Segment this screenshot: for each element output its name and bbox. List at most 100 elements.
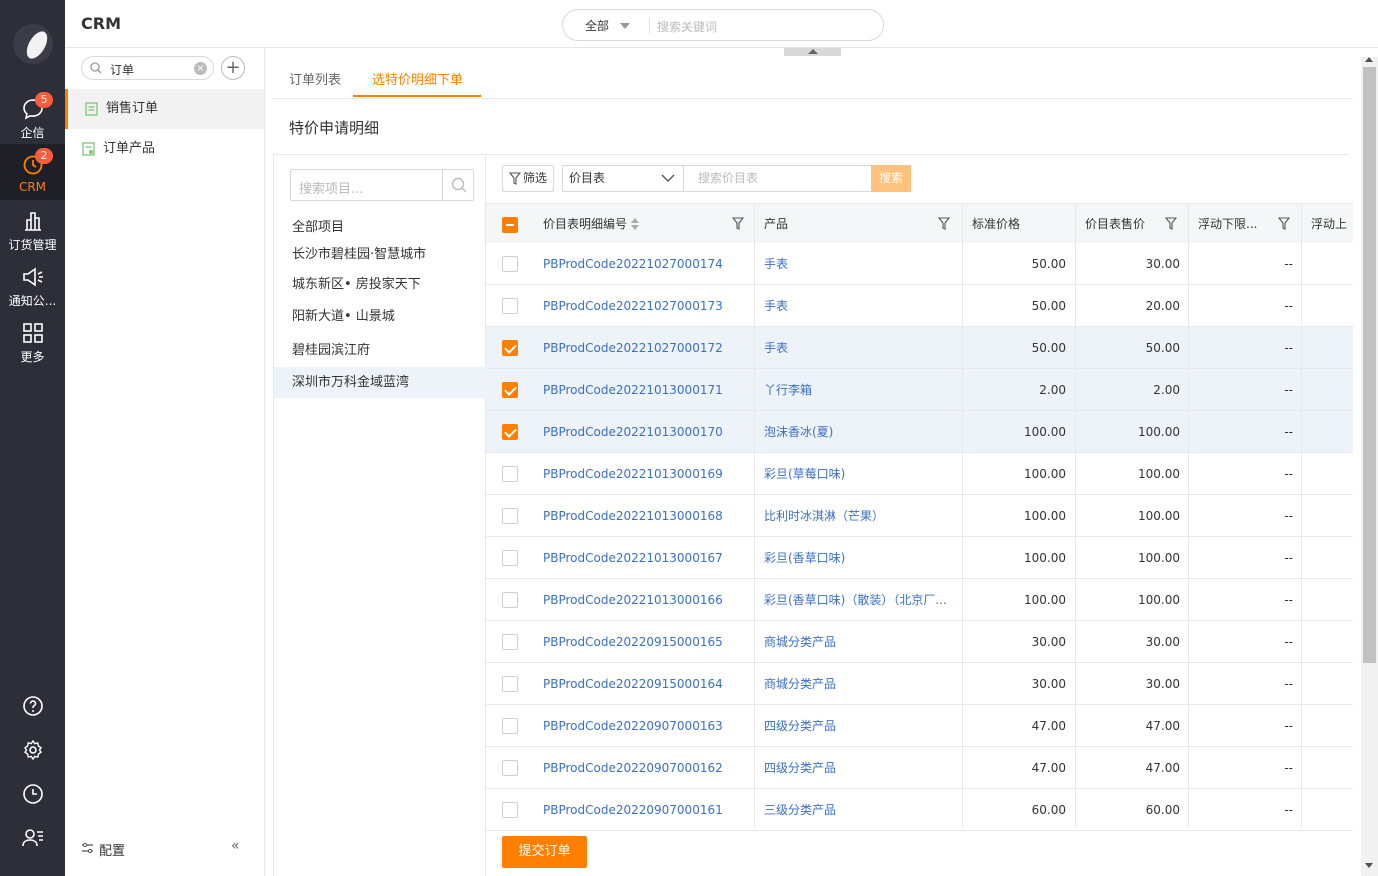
rail-item-orders[interactable]: 订货管理	[0, 200, 65, 256]
price-detail-code-link[interactable]: PBProdCode20220915000164	[543, 663, 748, 705]
product-link[interactable]: 商城分类产品	[764, 621, 954, 663]
price-detail-code-link[interactable]: PBProdCode20220907000161	[543, 789, 748, 831]
table-row[interactable]: PBProdCode20220915000165 商城分类产品 30.00 30.00…	[486, 621, 1353, 663]
history-icon[interactable]	[21, 782, 45, 806]
select-all-checkbox[interactable]	[502, 217, 518, 233]
product-link[interactable]: 丫行李箱	[764, 369, 954, 411]
column-header-upper-float[interactable]: 浮动上	[1311, 204, 1353, 244]
row-checkbox[interactable]	[502, 550, 518, 566]
column-filter-icon[interactable]	[938, 217, 950, 230]
rail-item-chat[interactable]: 5 企信	[0, 88, 65, 144]
product-link[interactable]: 手表	[764, 327, 954, 369]
contacts-icon[interactable]	[21, 826, 45, 850]
project-item[interactable]: 碧桂园滨江府	[274, 335, 486, 366]
config-button[interactable]: 配置	[81, 840, 125, 859]
product-link[interactable]: 三级分类产品	[764, 789, 954, 831]
column-header-list-price[interactable]: 价目表售价	[1085, 204, 1187, 244]
scroll-down-arrow[interactable]	[1365, 863, 1373, 868]
price-detail-code-link[interactable]: PBProdCode20220915000165	[543, 621, 748, 663]
table-row[interactable]: PBProdCode20220915000164 商城分类产品 30.00 30.00…	[486, 663, 1353, 705]
column-header-std-price[interactable]: 标准价格	[972, 204, 1072, 244]
pricebook-search-input[interactable]: 搜索价目表	[683, 165, 871, 192]
price-detail-code-link[interactable]: PBProdCode20220907000163	[543, 705, 748, 747]
row-checkbox[interactable]	[502, 256, 518, 272]
column-header-product[interactable]: 产品	[764, 204, 960, 244]
product-link[interactable]: 四级分类产品	[764, 747, 954, 789]
search-scope-select[interactable]: 全部	[585, 17, 609, 34]
row-checkbox[interactable]	[502, 424, 518, 440]
table-row[interactable]: PBProdCode20221013000166 彩旦(香草口味)（散装）（北京厂…	[486, 579, 1353, 621]
project-item[interactable]: 深圳市万科金域蓝湾	[274, 367, 486, 398]
column-header-lower-float[interactable]: 浮动下限...	[1198, 204, 1300, 244]
product-link[interactable]: 商城分类产品	[764, 663, 954, 705]
price-detail-code-link[interactable]: PBProdCode20221013000169	[543, 453, 748, 495]
chevron-down-icon[interactable]	[620, 23, 630, 29]
product-link[interactable]: 泡沫香冰(夏)	[764, 411, 954, 453]
sort-icon[interactable]	[631, 218, 639, 230]
row-checkbox[interactable]	[502, 508, 518, 524]
global-search[interactable]: 全部 搜索关键词	[562, 9, 884, 41]
price-detail-code-link[interactable]: PBProdCode20221027000172	[543, 327, 748, 369]
tab-order-list[interactable]: 订单列表	[289, 69, 341, 88]
column-filter-icon[interactable]	[1165, 217, 1177, 230]
product-link[interactable]: 比利时冰淇淋（芒果）	[764, 495, 954, 537]
add-icon[interactable]: +	[221, 56, 245, 80]
sidebar-search-value[interactable]: 订单	[110, 61, 134, 78]
clear-icon[interactable]: ×	[194, 62, 207, 75]
filter-button[interactable]: 筛选	[502, 165, 554, 192]
price-detail-code-link[interactable]: PBProdCode20221013000166	[543, 579, 748, 621]
sidebar-item-order-product[interactable]: 订单产品	[65, 129, 264, 169]
product-link[interactable]: 手表	[764, 285, 954, 327]
project-search-input[interactable]: 搜索项目...	[290, 169, 474, 201]
project-search-button[interactable]	[442, 170, 473, 200]
table-row[interactable]: PBProdCode20221027000172 手表 50.00 50.00 --	[486, 327, 1353, 369]
table-row[interactable]: PBProdCode20221013000171 丫行李箱 2.00 2.00 --	[486, 369, 1353, 411]
table-row[interactable]: PBProdCode20220907000162 四级分类产品 47.00 47.00…	[486, 747, 1353, 789]
product-link[interactable]: 彩旦(香草口味)	[764, 537, 954, 579]
scrollbar-thumb[interactable]	[1363, 67, 1376, 663]
row-checkbox[interactable]	[502, 634, 518, 650]
table-row[interactable]: PBProdCode20221027000174 手表 50.00 30.00 --	[486, 243, 1353, 285]
project-item[interactable]: 城东新区• 房投家天下	[274, 269, 486, 300]
price-detail-code-link[interactable]: PBProdCode20220907000162	[543, 747, 748, 789]
row-checkbox[interactable]	[502, 760, 518, 776]
row-checkbox[interactable]	[502, 802, 518, 818]
row-checkbox[interactable]	[502, 592, 518, 608]
product-link[interactable]: 四级分类产品	[764, 705, 954, 747]
project-item[interactable]: 长沙市碧桂园·智慧城市	[274, 239, 486, 270]
tab-special-price-order[interactable]: 选特价明细下单	[372, 69, 463, 88]
rail-item-more[interactable]: 更多	[0, 312, 65, 368]
column-filter-icon[interactable]	[732, 217, 744, 230]
rail-item-crm[interactable]: 2 CRM	[0, 144, 65, 200]
product-link[interactable]: 彩旦(草莓口味)	[764, 453, 954, 495]
table-row[interactable]: PBProdCode20221013000170 泡沫香冰(夏) 100.00 100…	[486, 411, 1353, 453]
project-item[interactable]: 阳新大道• 山景城	[274, 301, 486, 332]
pricebook-search-button[interactable]: 搜索	[871, 165, 911, 192]
table-row[interactable]: PBProdCode20220907000161 三级分类产品 60.00 60.00…	[486, 789, 1353, 831]
sidebar-item-sales-order[interactable]: 销售订单	[65, 89, 264, 129]
page-scrollbar[interactable]	[1361, 57, 1378, 876]
price-detail-code-link[interactable]: PBProdCode20221013000168	[543, 495, 748, 537]
product-link[interactable]: 彩旦(香草口味)（散装）（北京厂...	[764, 579, 954, 621]
table-row[interactable]: PBProdCode20221013000167 彩旦(香草口味) 100.00 10…	[486, 537, 1353, 579]
row-checkbox[interactable]	[502, 718, 518, 734]
row-checkbox[interactable]	[502, 298, 518, 314]
collapse-header-toggle[interactable]	[784, 48, 841, 56]
settings-icon[interactable]	[21, 738, 45, 762]
price-detail-code-link[interactable]: PBProdCode20221013000167	[543, 537, 748, 579]
table-row[interactable]: PBProdCode20220907000163 四级分类产品 47.00 47.00…	[486, 705, 1353, 747]
price-detail-code-link[interactable]: PBProdCode20221013000171	[543, 369, 748, 411]
price-detail-code-link[interactable]: PBProdCode20221027000173	[543, 285, 748, 327]
price-detail-code-link[interactable]: PBProdCode20221027000174	[543, 243, 748, 285]
pricebook-select[interactable]: 价目表	[562, 165, 683, 192]
row-checkbox[interactable]	[502, 382, 518, 398]
sidebar-search-input[interactable]: 订单 ×	[81, 56, 214, 80]
price-detail-code-link[interactable]: PBProdCode20221013000170	[543, 411, 748, 453]
submit-order-button[interactable]: 提交订单	[502, 836, 587, 868]
table-row[interactable]: PBProdCode20221013000168 比利时冰淇淋（芒果） 100.00…	[486, 495, 1353, 537]
collapse-sidebar-icon[interactable]: «	[231, 838, 240, 854]
column-header-code[interactable]: 价目表明细编号	[543, 204, 754, 244]
column-filter-icon[interactable]	[1278, 217, 1290, 230]
help-icon[interactable]	[21, 694, 45, 718]
row-checkbox[interactable]	[502, 676, 518, 692]
